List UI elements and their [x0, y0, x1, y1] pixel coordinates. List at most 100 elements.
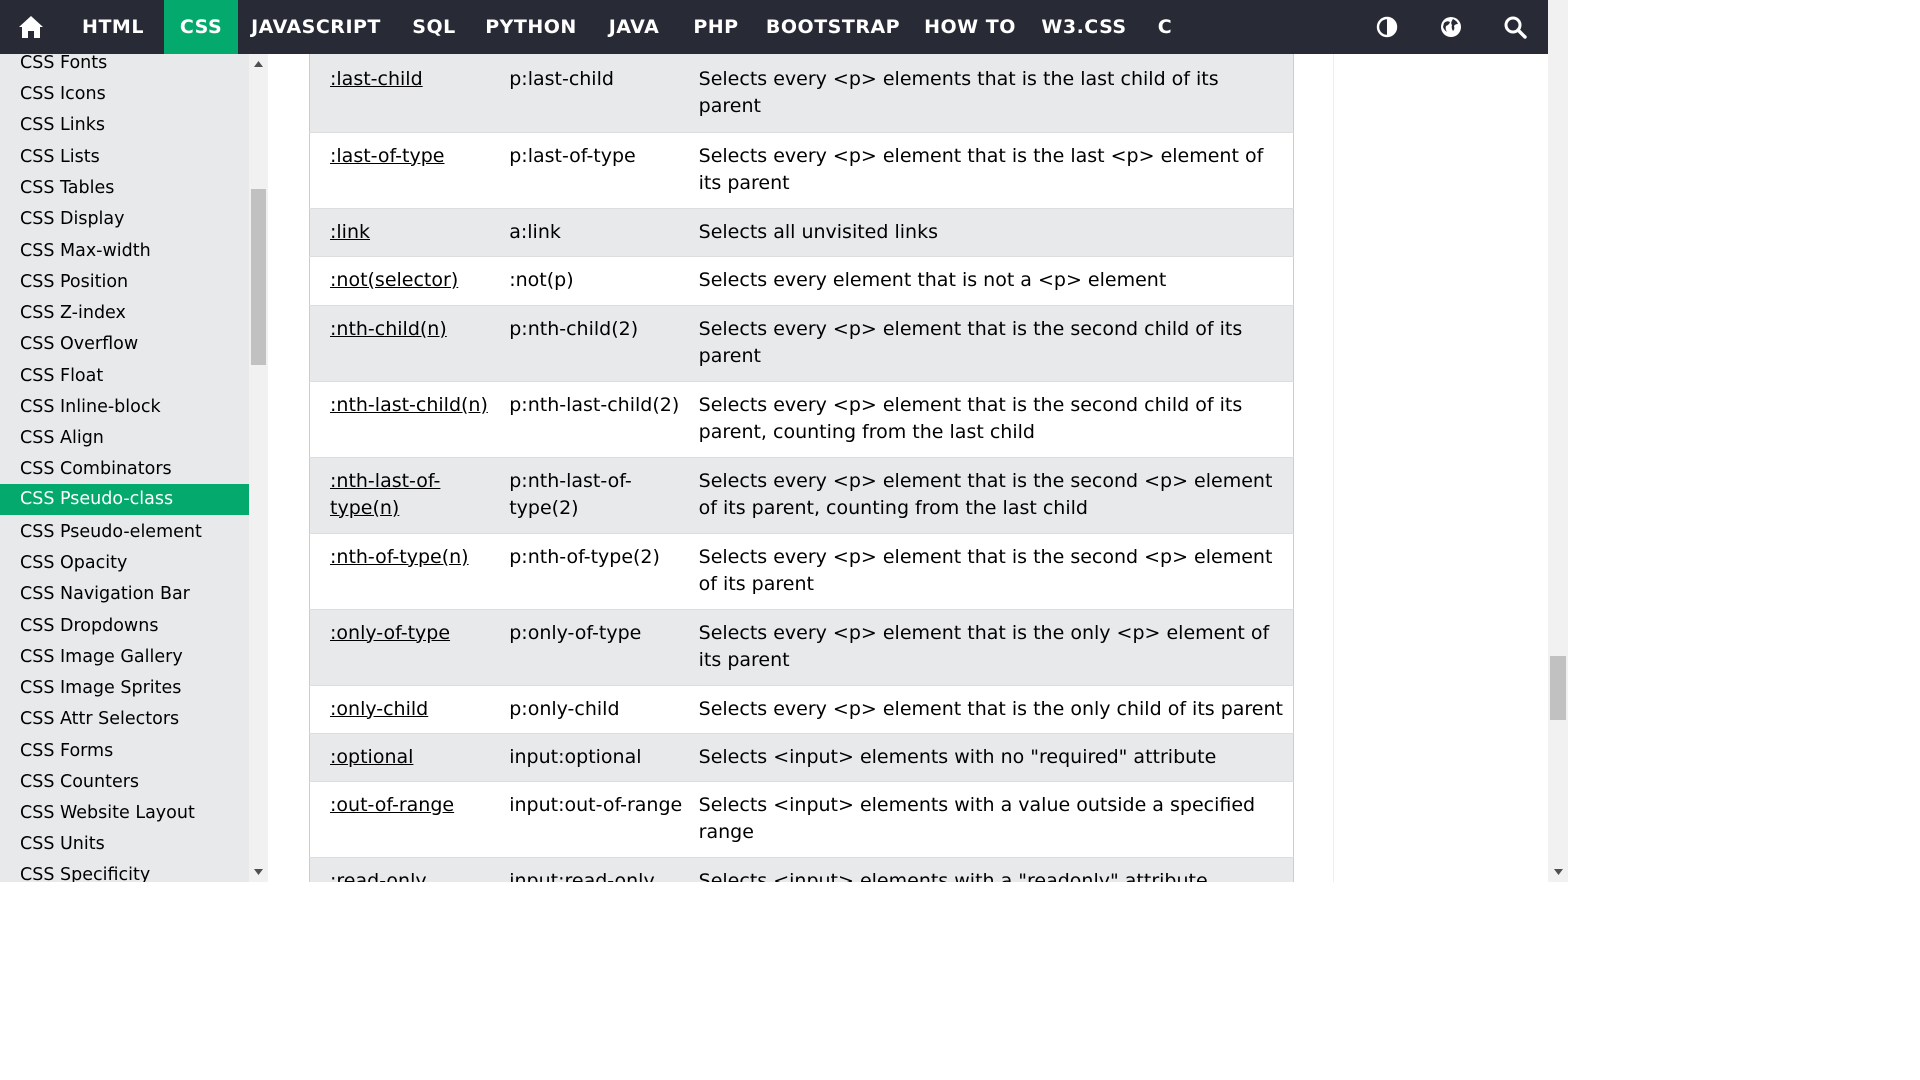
sidebar-item-navigation-bar[interactable]: CSS Navigation Bar: [0, 579, 249, 610]
nav-item-how-to[interactable]: HOW TO: [916, 0, 1024, 54]
description-cell: Selects <input> elements with a value ou…: [698, 781, 1294, 858]
sidebar-scroll-up-button[interactable]: [251, 56, 266, 72]
selector-link[interactable]: :nth-last-of-type(n): [330, 470, 440, 519]
nav-item-css[interactable]: CSS: [164, 0, 238, 54]
sidebar-item-combinators[interactable]: CSS Combinators: [0, 454, 249, 485]
nav-item-javascript[interactable]: JAVASCRIPT: [242, 0, 390, 54]
sidebar-item-z-index[interactable]: CSS Z-index: [0, 298, 249, 329]
table-row: :only-of-type p:only-of-type Selects eve…: [309, 609, 1294, 686]
example-cell: a:link: [509, 208, 699, 257]
selector-link[interactable]: :optional: [330, 746, 413, 768]
table-row: :nth-of-type(n) p:nth-of-type(2) Selects…: [309, 533, 1294, 610]
selector-link[interactable]: :nth-child(n): [330, 318, 447, 340]
sidebar-item-counters[interactable]: CSS Counters: [0, 767, 249, 798]
sidebar-item-fonts[interactable]: CSS Fonts: [0, 54, 249, 79]
page-scrollbar-track[interactable]: [1548, 0, 1568, 882]
sidebar-item-icons[interactable]: CSS Icons: [0, 79, 249, 110]
table-row: :last-of-type p:last-of-type Selects eve…: [309, 132, 1294, 209]
sidebar-item-image-gallery[interactable]: CSS Image Gallery: [0, 642, 249, 673]
sidebar-item-units[interactable]: CSS Units: [0, 829, 249, 860]
arrow-down-icon: [1553, 869, 1563, 875]
nav-item-w3css[interactable]: W3.CSS: [1034, 0, 1134, 54]
sidebar-item-tables[interactable]: CSS Tables: [0, 173, 249, 204]
sidebar-item-inline-block[interactable]: CSS Inline-block: [0, 392, 249, 423]
description-cell: Selects <input> elements with a "readonl…: [698, 857, 1294, 882]
top-navigation-bar: HTML CSS JAVASCRIPT SQL PYTHON JAVA PHP …: [0, 0, 1548, 54]
nav-item-c[interactable]: C: [1146, 0, 1184, 54]
sidebar-item-pseudo-element[interactable]: CSS Pseudo-element: [0, 517, 249, 548]
sidebar-item-opacity[interactable]: CSS Opacity: [0, 548, 249, 579]
description-cell: Selects every <p> element that is the se…: [698, 457, 1294, 534]
selector-link[interactable]: :only-of-type: [330, 622, 450, 644]
sidebar-item-attr-selectors[interactable]: CSS Attr Selectors: [0, 704, 249, 735]
example-cell: p:nth-last-of-type(2): [509, 457, 699, 534]
sidebar-item-overflow[interactable]: CSS Overflow: [0, 329, 249, 360]
search-button[interactable]: [1495, 0, 1535, 54]
sidebar-item-max-width[interactable]: CSS Max-width: [0, 236, 249, 267]
nav-item-sql[interactable]: SQL: [398, 0, 470, 54]
table-row: :nth-child(n) p:nth-child(2) Selects eve…: [309, 305, 1294, 382]
example-cell: input:optional: [509, 733, 699, 782]
right-ad-column: [1333, 54, 1549, 882]
sidebar-item-pseudo-class[interactable]: CSS Pseudo-class: [0, 484, 249, 515]
sidebar-scrollbar-thumb[interactable]: [251, 189, 266, 365]
table-row: :nth-last-child(n) p:nth-last-child(2) S…: [309, 381, 1294, 458]
nav-item-python[interactable]: PYTHON: [476, 0, 586, 54]
example-cell: p:nth-child(2): [509, 305, 699, 382]
selector-link[interactable]: :read-only: [330, 870, 427, 883]
example-cell: p:nth-last-child(2): [509, 381, 699, 458]
home-button[interactable]: [0, 0, 62, 54]
sidebar-item-specificity[interactable]: CSS Specificity: [0, 860, 249, 882]
description-cell: Selects every element that is not a <p> …: [698, 256, 1294, 306]
sidebar-item-website-layout[interactable]: CSS Website Layout: [0, 798, 249, 829]
selector-link[interactable]: :only-child: [330, 698, 428, 720]
description-cell: Selects <input> elements with no "requir…: [698, 733, 1294, 782]
description-cell: Selects every <p> element that is the se…: [698, 305, 1294, 382]
selector-link[interactable]: :last-of-type: [330, 145, 444, 167]
sidebar-item-links[interactable]: CSS Links: [0, 110, 249, 141]
table-row: :link a:link Selects all unvisited links: [309, 208, 1294, 257]
sidebar-item-forms[interactable]: CSS Forms: [0, 736, 249, 767]
contrast-toggle-button[interactable]: [1367, 0, 1407, 54]
nav-item-html[interactable]: HTML: [67, 0, 159, 54]
page-scroll-down-button[interactable]: [1552, 866, 1564, 878]
nav-item-php[interactable]: PHP: [680, 0, 752, 54]
sidebar-item-float[interactable]: CSS Float: [0, 361, 249, 392]
description-cell: Selects every <p> element that is the on…: [698, 685, 1294, 734]
search-icon: [1504, 16, 1527, 39]
sidebar-item-position[interactable]: CSS Position: [0, 267, 249, 298]
sidebar-item-image-sprites[interactable]: CSS Image Sprites: [0, 673, 249, 704]
description-cell: Selects every <p> elements that is the l…: [698, 54, 1294, 133]
home-icon: [19, 16, 43, 38]
description-cell: Selects every <p> element that is the la…: [698, 132, 1294, 209]
selector-link[interactable]: :out-of-range: [330, 794, 454, 816]
selector-link[interactable]: :last-child: [330, 68, 423, 90]
nav-item-java[interactable]: JAVA: [594, 0, 674, 54]
pseudo-class-reference-table: :last-child p:last-child Selects every <…: [309, 54, 1294, 882]
example-cell: input:out-of-range: [509, 781, 699, 858]
sidebar-item-display[interactable]: CSS Display: [0, 204, 249, 235]
selector-link[interactable]: :not(selector): [330, 269, 458, 291]
sidebar-item-lists[interactable]: CSS Lists: [0, 142, 249, 173]
page-scrollbar-thumb[interactable]: [1550, 656, 1566, 720]
globe-icon: [1441, 17, 1461, 37]
example-cell: p:last-child: [509, 54, 699, 133]
sidebar-scrollbar-track[interactable]: [249, 54, 268, 882]
language-button[interactable]: [1431, 0, 1471, 54]
sidebar-scroll-down-button[interactable]: [251, 864, 266, 880]
sidebar: CSS Fonts CSS Icons CSS Links CSS Lists …: [0, 54, 268, 882]
sidebar-item-align[interactable]: CSS Align: [0, 423, 249, 454]
example-cell: p:only-child: [509, 685, 699, 734]
example-cell: p:nth-of-type(2): [509, 533, 699, 610]
table-row: :optional input:optional Selects <input>…: [309, 733, 1294, 782]
arrow-down-icon: [254, 869, 263, 875]
selector-link[interactable]: :link: [330, 221, 370, 243]
nav-item-bootstrap[interactable]: BOOTSTRAP: [760, 0, 906, 54]
description-cell: Selects every <p> element that is the se…: [698, 381, 1294, 458]
selector-link[interactable]: :nth-last-child(n): [330, 394, 488, 416]
table-row: :nth-last-of-type(n) p:nth-last-of-type(…: [309, 457, 1294, 534]
sidebar-item-dropdowns[interactable]: CSS Dropdowns: [0, 611, 249, 642]
selector-link[interactable]: :nth-of-type(n): [330, 546, 469, 568]
example-cell: :not(p): [509, 256, 699, 306]
table-row: :not(selector) :not(p) Selects every ele…: [309, 256, 1294, 306]
